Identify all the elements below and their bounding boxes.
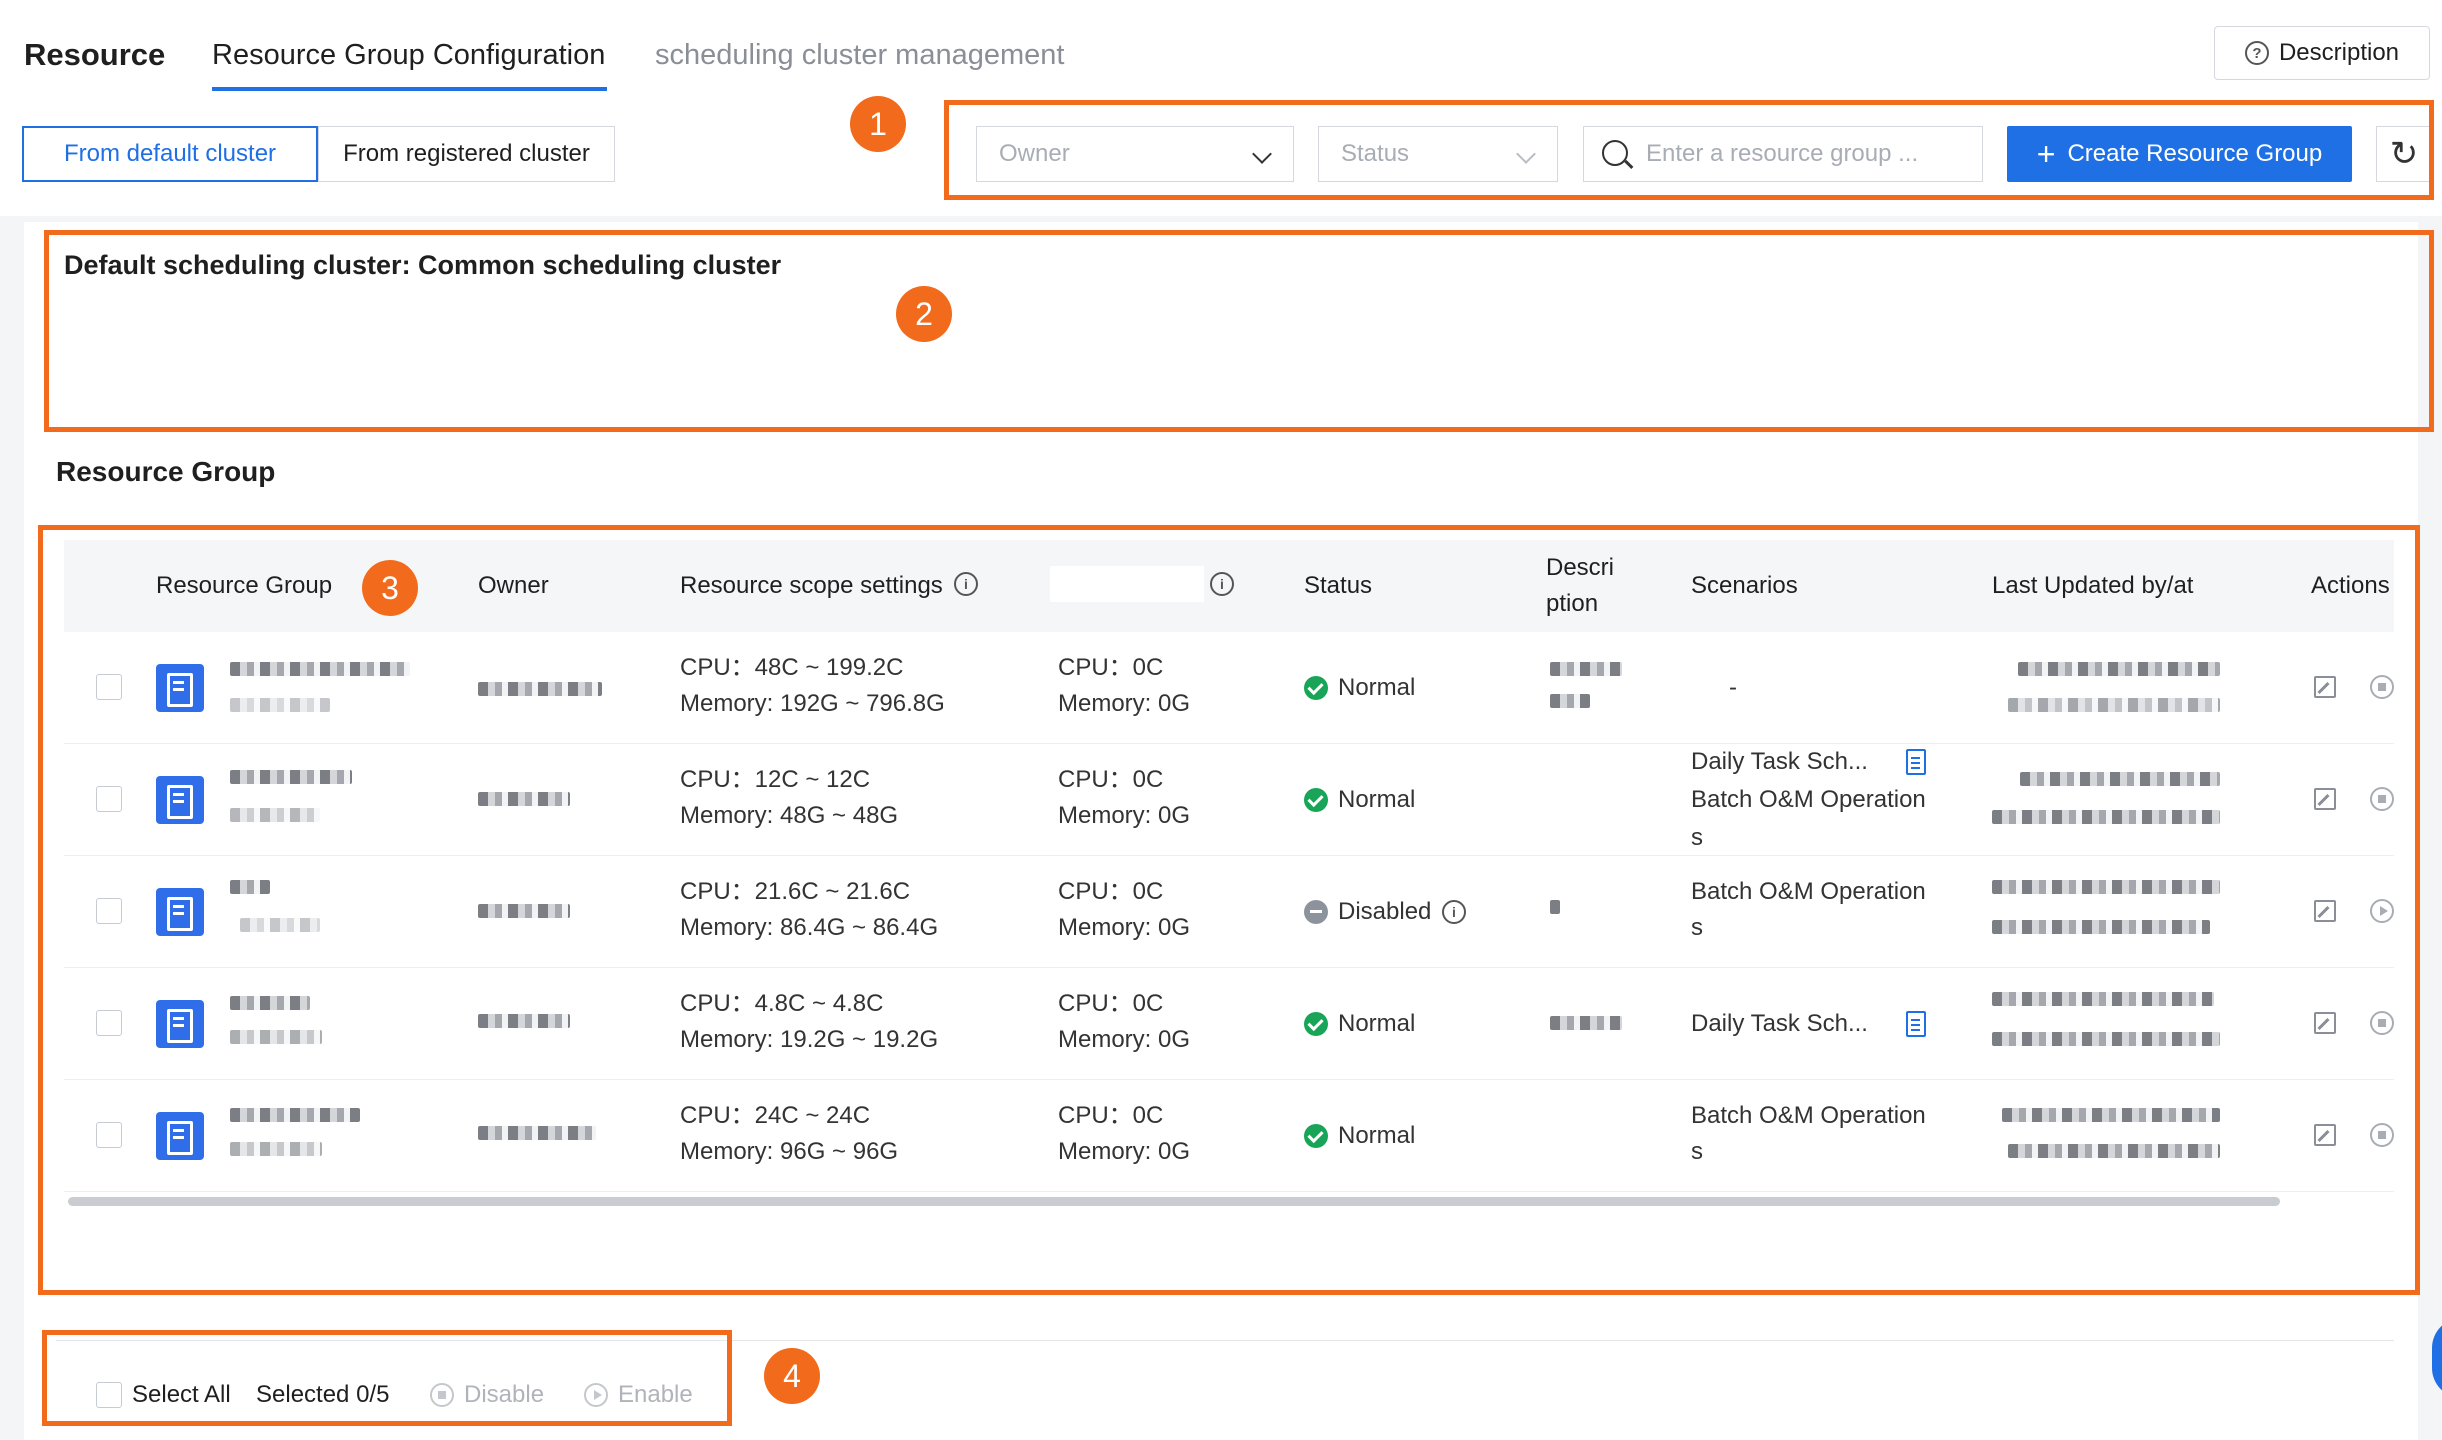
annotation-box-2 (44, 230, 2434, 432)
from-registered-cluster-label: From registered cluster (343, 140, 590, 167)
app-title: Resource (24, 37, 166, 72)
annotation-marker-3: 3 (362, 560, 418, 616)
annotation-marker-2: 2 (896, 286, 952, 342)
question-circle-icon: ? (2244, 41, 2269, 65)
resource-group-section-title: Resource Group (56, 456, 276, 487)
description-button[interactable]: ? Description (2214, 26, 2430, 80)
description-button-label: Description (2278, 39, 2400, 66)
active-tab-indicator (212, 87, 607, 91)
from-default-cluster-label: From default cluster (63, 140, 277, 167)
from-default-cluster-button[interactable]: From default cluster (22, 126, 318, 182)
annotation-box-1 (944, 100, 2434, 200)
tab-scheduling-cluster-management[interactable]: scheduling cluster management (655, 32, 1064, 78)
from-registered-cluster-button[interactable]: From registered cluster (318, 126, 615, 182)
annotation-box-3 (38, 525, 2420, 1295)
tab-resource-group-configuration[interactable]: Resource Group Configuration (212, 32, 605, 78)
annotation-marker-4: 4 (764, 1348, 820, 1404)
annotation-box-4 (42, 1330, 732, 1426)
annotation-marker-1: 1 (850, 96, 906, 152)
